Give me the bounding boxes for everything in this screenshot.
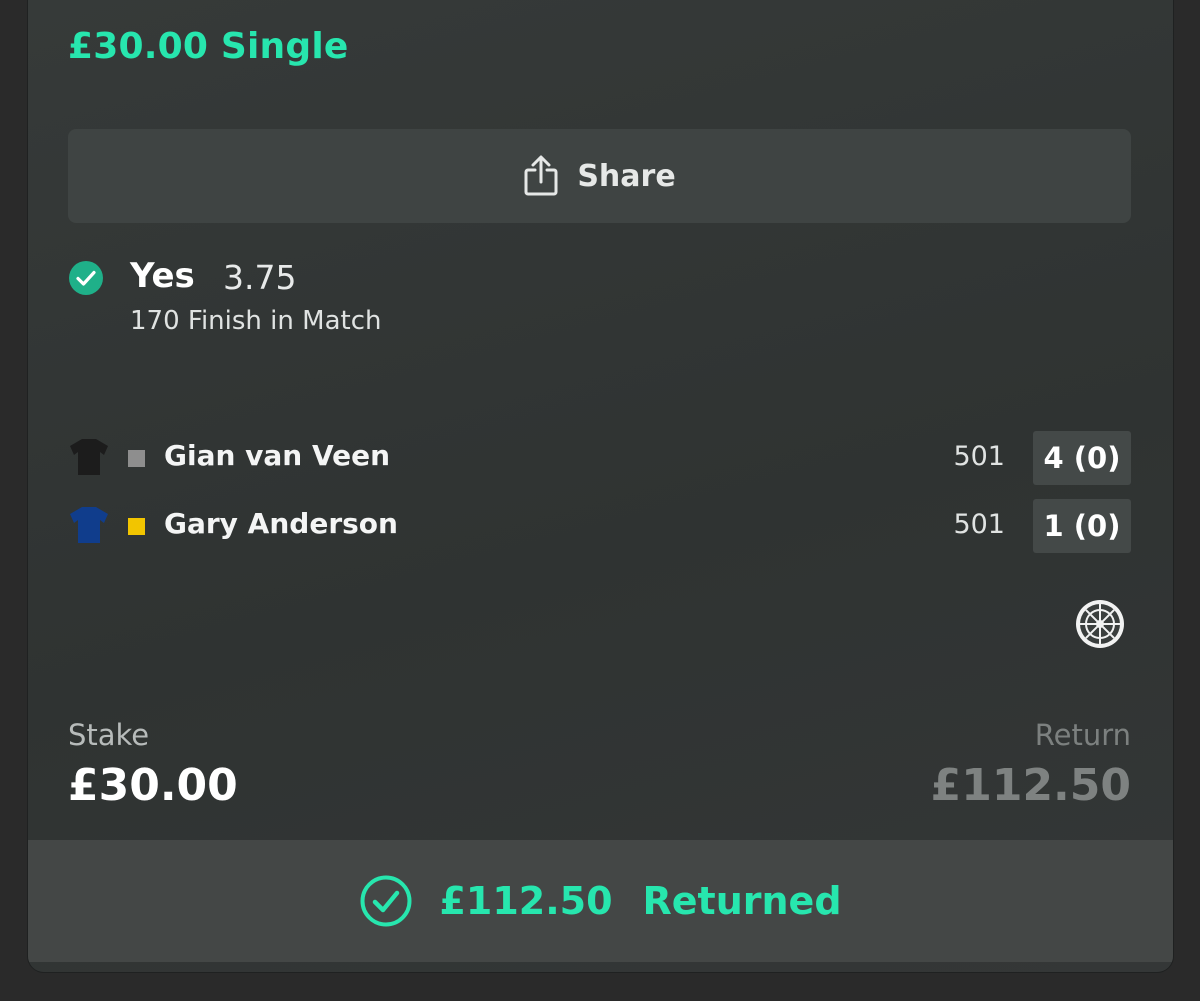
check-circle-icon bbox=[69, 261, 103, 295]
shirt-shape bbox=[70, 439, 108, 475]
stake-value: £30.00 bbox=[68, 760, 238, 811]
stake-label: Stake bbox=[68, 718, 150, 752]
player-sets: 1 (0) bbox=[1033, 499, 1131, 553]
shirt-icon bbox=[70, 507, 108, 543]
player-row: Gary Anderson 501 1 (0) bbox=[68, 499, 1131, 553]
dartboard-icon[interactable] bbox=[1074, 598, 1126, 650]
returned-amount: £112.50 bbox=[439, 879, 613, 923]
share-label: Share bbox=[577, 158, 676, 194]
player-sets: 4 (0) bbox=[1033, 431, 1131, 485]
player-name: Gary Anderson bbox=[164, 507, 398, 540]
selection-odds: 3.75 bbox=[223, 258, 297, 297]
player-score: 501 bbox=[953, 509, 1005, 540]
check-circle-icon bbox=[360, 875, 412, 927]
market-name: 170 Finish in Match bbox=[130, 306, 382, 336]
player-row: Gian van Veen 501 4 (0) bbox=[68, 431, 1131, 485]
player-color-swatch bbox=[128, 518, 145, 535]
return-value: £112.50 bbox=[930, 760, 1131, 811]
shirt-icon bbox=[70, 439, 108, 475]
return-label: Return bbox=[1034, 718, 1131, 752]
player-score: 501 bbox=[953, 441, 1005, 472]
returned-banner: £112.50 Returned bbox=[28, 840, 1173, 962]
player-color-swatch bbox=[128, 450, 145, 467]
share-icon bbox=[524, 155, 558, 196]
shirt-shape bbox=[70, 507, 108, 543]
share-button[interactable]: Share bbox=[68, 129, 1131, 223]
bet-title: £30.00 Single bbox=[68, 26, 349, 67]
bet-card: £30.00 Single Share Yes 3.75 170 Finish … bbox=[28, 0, 1173, 972]
returned-text: Returned bbox=[642, 879, 842, 923]
selection-name: Yes bbox=[130, 256, 195, 296]
player-name: Gian van Veen bbox=[164, 439, 391, 472]
